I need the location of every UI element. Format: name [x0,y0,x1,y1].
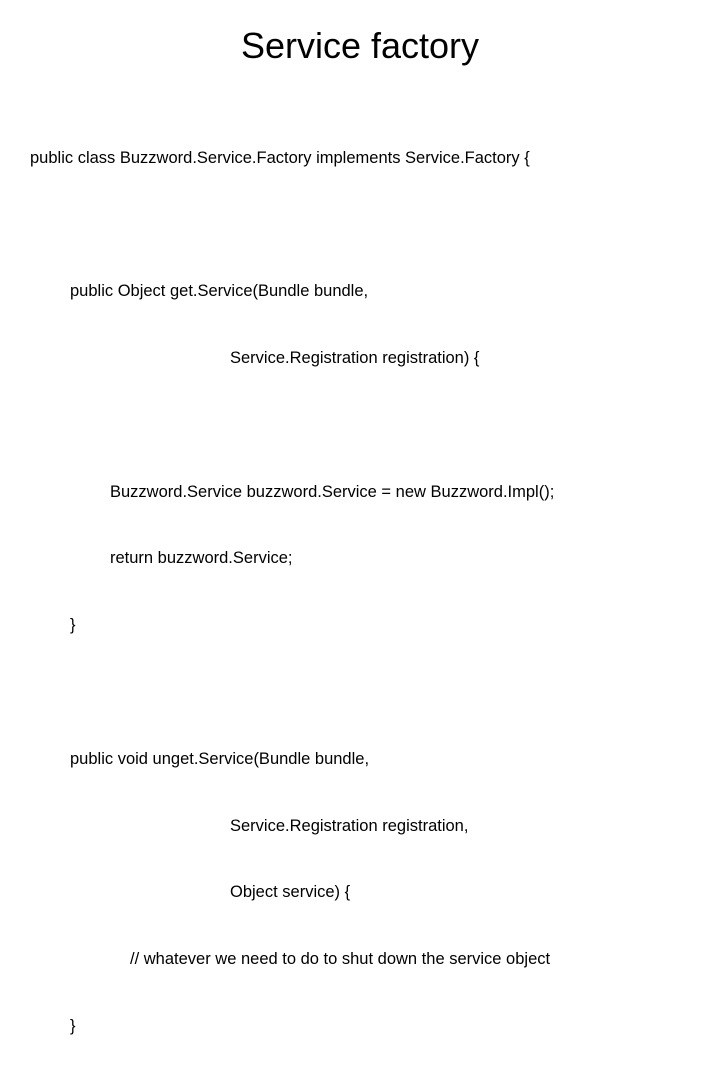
code-blank [30,213,690,235]
code-line: } [30,614,690,636]
code-line: // whatever we need to do to shut down t… [30,948,690,970]
code-line: public class Buzzword.Service.Factory im… [30,147,690,169]
code-line: Object service) { [30,881,690,903]
code-line: Buzzword.Service buzzword.Service = new … [30,481,690,503]
code-block: public class Buzzword.Service.Factory im… [30,102,690,1080]
code-line: Service.Registration registration, [30,815,690,837]
code-line: } [30,1015,690,1037]
code-blank [30,681,690,703]
slide-content: Service factory public class Buzzword.Se… [0,0,720,540]
slide-title: Service factory [30,25,690,67]
code-blank [30,414,690,436]
code-line: public void unget.Service(Bundle bundle, [30,748,690,770]
code-line: public Object get.Service(Bundle bundle, [30,280,690,302]
code-line: Service.Registration registration) { [30,347,690,369]
code-line: return buzzword.Service; [30,547,690,569]
